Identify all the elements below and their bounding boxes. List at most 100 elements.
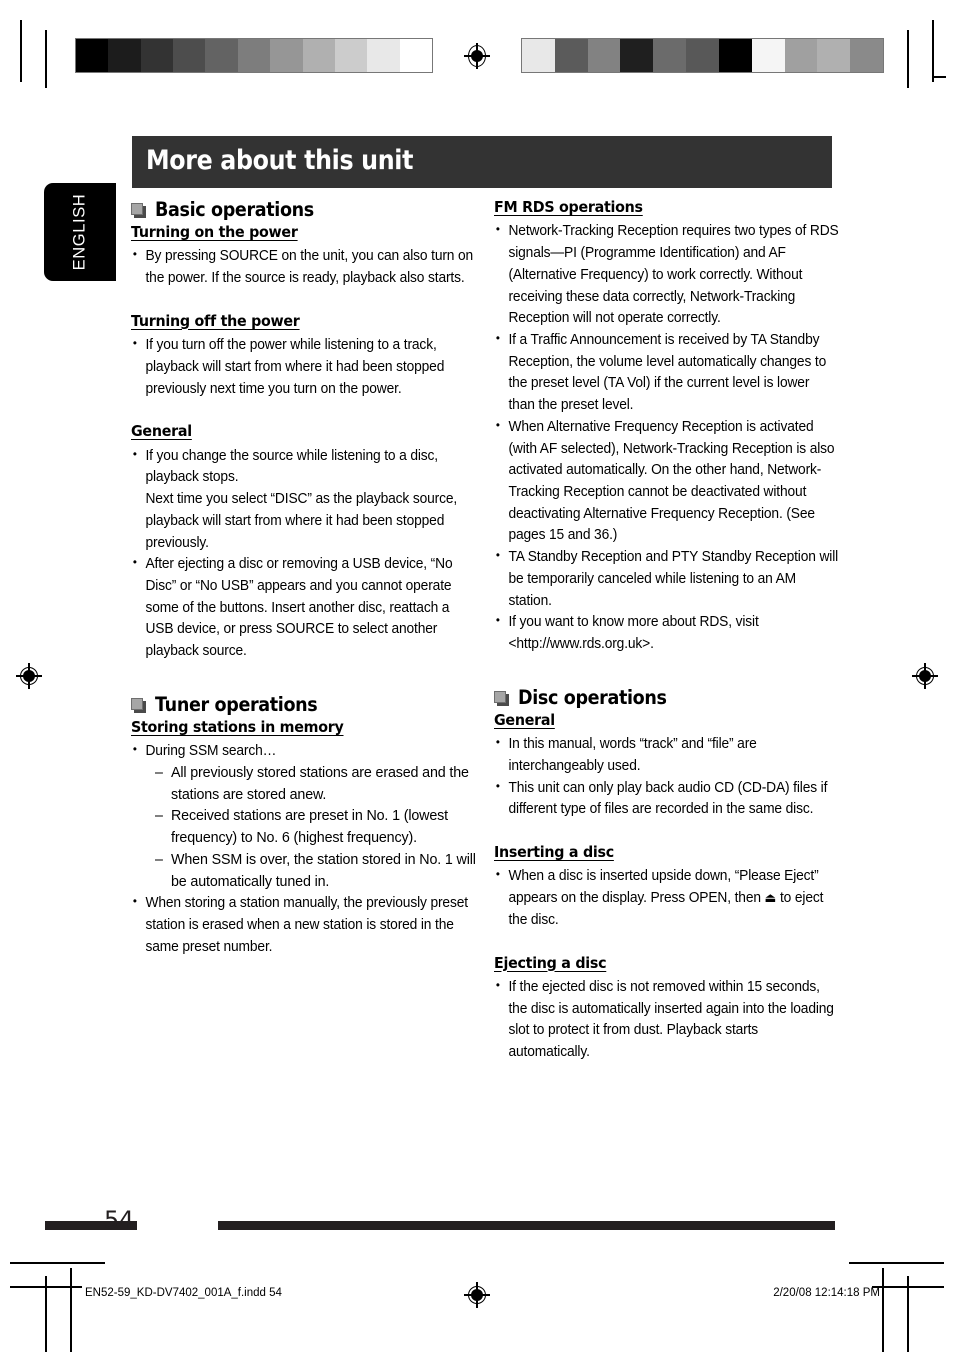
section-title: Tuner operations [155, 692, 318, 716]
list-item: When a disc is inserted upside down, “Pl… [494, 865, 839, 931]
bullet-list-fm-rds: Network-Tracking Reception requires two … [494, 220, 839, 655]
bullet-list-ejecting-disc: If the ejected disc is not removed withi… [494, 976, 839, 1064]
footer-file-name: EN52-59_KD-DV7402_001A_f.indd 54 [85, 1287, 282, 1299]
crop-mark-left-v2 [70, 1268, 72, 1352]
subheading-turning-off-power-wrap: Turning off the power [131, 312, 476, 335]
subheading-turning-off-the-power: Turning off the power [131, 311, 300, 330]
language-tab: ENGLISH [44, 183, 116, 281]
subheading-fm-rds-operations: FM RDS operations [494, 198, 643, 216]
registration-target-right [912, 663, 938, 689]
section-heading-basic-operations: Basic operations [131, 198, 476, 221]
list-item: TA Standby Reception and PTY Standby Rec… [494, 546, 839, 612]
crop-mark-left-v1 [45, 1276, 47, 1352]
calibration-left-swatch [399, 39, 432, 72]
language-tab-label: ENGLISH [70, 193, 89, 271]
page-title: More about this unit [146, 145, 414, 176]
list-item: If you want to know more about RDS, visi… [494, 611, 839, 655]
calibration-right-swatch [784, 39, 818, 72]
subheading-storing-stations-in-memory: Storing stations in memory [131, 717, 344, 736]
crop-mark-upper-right-v2 [932, 20, 934, 82]
subheading-ejecting-a-disc: Ejecting a disc [494, 953, 607, 972]
calibration-right-swatch [653, 39, 687, 72]
subheading-fm-rds-wrap: FM RDS operations [494, 198, 839, 221]
list-item: If the ejected disc is not removed withi… [494, 976, 839, 1064]
list-item: If a Traffic Announcement is received by… [494, 329, 839, 417]
subheading-turning-on-the-power: Turning on the power [131, 223, 298, 241]
subheading-ejecting-a-disc-wrap: Ejecting a disc [494, 954, 839, 977]
document-page: ENGLISH More about this unit Basic opera… [0, 0, 954, 1352]
subheading-general: General [131, 422, 192, 441]
list-item: By pressing SOURCE on the unit, you can … [131, 245, 476, 289]
calibration-left-swatch [205, 39, 238, 72]
footer-rule [45, 1221, 835, 1230]
calibration-left-swatch [334, 39, 368, 72]
section-title: Basic operations [155, 198, 314, 221]
subheading-inserting-a-disc: Inserting a disc [494, 843, 614, 861]
calibration-right-swatch [587, 39, 621, 72]
eject-icon: ⏏ [764, 891, 777, 907]
left-column: Basic operations Turning on the power By… [131, 198, 476, 958]
list-item: If you turn off the power while listenin… [131, 334, 476, 400]
calibration-bar-left [75, 38, 433, 73]
subheading-inserting-a-disc-wrap: Inserting a disc [494, 843, 839, 866]
subheading-storing-stations-wrap: Storing stations in memory [131, 718, 476, 741]
crop-mark-upper-right-tick [934, 76, 946, 78]
crop-mark-upper-left-v2 [20, 20, 22, 82]
calibration-left-swatch [140, 39, 174, 72]
bullet-list-disc-general: In this manual, words “track” and “file”… [494, 733, 839, 821]
subheading-general-right-wrap: General [494, 711, 839, 734]
list-item: When SSM is over, the station stored in … [155, 850, 476, 893]
square-bullet-icon [494, 690, 509, 706]
list-item: After ejecting a disc or removing a USB … [131, 553, 476, 663]
calibration-right-swatch [850, 39, 883, 72]
calibration-right-swatch [522, 39, 555, 72]
square-bullet-icon [131, 697, 146, 713]
calibration-right-swatch [686, 39, 719, 72]
dash-list-ssm-details: All previously stored stations are erase… [155, 763, 476, 893]
crop-mark-right-v1 [907, 1276, 909, 1352]
section-heading-disc-operations: Disc operations [494, 686, 839, 709]
calibration-left-swatch [108, 39, 141, 72]
registration-target-bottom [464, 1282, 490, 1308]
page-title-bar: More about this unit [132, 136, 832, 188]
bullet-list-inserting-disc: When a disc is inserted upside down, “Pl… [494, 865, 839, 931]
calibration-left-swatch [237, 39, 271, 72]
calibration-bar-right [521, 38, 884, 73]
list-item: If you change the source while listening… [131, 445, 476, 555]
calibration-left-swatch [173, 39, 206, 72]
list-item: In this manual, words “track” and “file”… [494, 733, 839, 777]
subheading-turning-on-power-wrap: Turning on the power [131, 223, 476, 246]
calibration-left-swatch [367, 39, 400, 72]
crop-mark-upper-left-v [45, 30, 47, 88]
calibration-right-swatch [554, 39, 588, 72]
list-item: Received stations are preset in No. 1 (l… [155, 806, 476, 849]
calibration-right-swatch [817, 39, 851, 72]
section-heading-tuner-operations: Tuner operations [131, 693, 476, 716]
bullet-list-general-left: If you change the source while listening… [131, 445, 476, 663]
list-item: When Alternative Frequency Reception is … [494, 416, 839, 547]
registration-target-left [16, 663, 42, 689]
subheading-general-left-wrap: General [131, 422, 476, 445]
bullet-list-turning-on-power: By pressing SOURCE on the unit, you can … [131, 245, 476, 289]
calibration-right-swatch [751, 39, 785, 72]
crop-mark-top-left-h [10, 1262, 105, 1264]
list-item: During SSM search… [131, 740, 476, 763]
crop-mark-top-right-h [849, 1262, 944, 1264]
calibration-left-swatch [302, 39, 335, 72]
bullet-list-storing-manually: When storing a station manually, the pre… [131, 892, 476, 958]
calibration-left-swatch [76, 39, 109, 72]
calibration-right-swatch [620, 39, 654, 72]
crop-mark-right-v2 [882, 1268, 884, 1352]
subheading-general: General [494, 710, 555, 729]
list-item: This unit can only play back audio CD (C… [494, 777, 839, 821]
bullet-list-turning-off-power: If you turn off the power while listenin… [131, 334, 476, 400]
calibration-left-swatch [270, 39, 303, 72]
bullet-list-storing-stations: During SSM search… [131, 740, 476, 763]
crop-mark-upper-right-v [907, 30, 909, 88]
page-number: 54 [104, 1206, 134, 1234]
square-bullet-icon [131, 203, 146, 218]
registration-target-top [464, 43, 490, 69]
footer-rule-right-segment [218, 1221, 835, 1230]
section-title: Disc operations [518, 685, 667, 709]
footer-timestamp: 2/20/08 12:14:18 PM [773, 1287, 880, 1299]
